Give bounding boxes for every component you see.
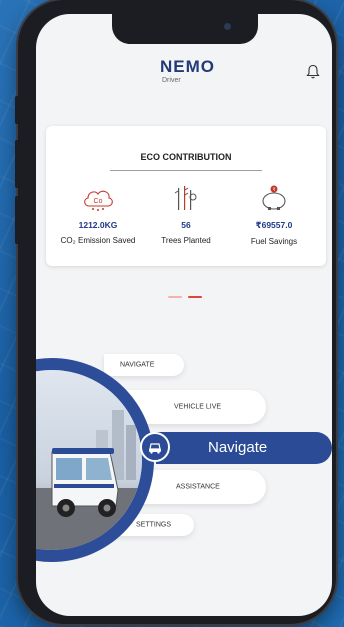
bell-icon[interactable] [306,64,320,80]
pager-dot[interactable] [168,296,182,298]
menu-item-label: VEHICLE LIVE [174,403,222,411]
menu-item-label: ASSISTANCE [176,483,220,491]
stat-value: 56 [181,220,191,230]
vehicle-photo [36,370,142,550]
car-icon[interactable] [140,432,170,462]
stat-label: Trees Planted [161,236,211,245]
menu-item-label: SETTINGS [136,521,172,529]
logo-subtitle: Driver [162,77,181,84]
menu-item-active[interactable]: Navigate [156,432,332,464]
menu-item-label: NAVIGATE [120,361,155,369]
phone-side-button [15,196,19,244]
app-logo: NEMO Driver [160,58,215,85]
phone-side-button [15,140,19,188]
eco-title: ECO CONTRIBUTION [140,152,232,162]
stat-co2: Co 1212.0KG CO₂ Emission Saved [50,184,146,245]
svg-text:₹: ₹ [273,187,276,192]
piggy-bank-icon: ₹ [262,185,286,210]
eco-contribution-card: ECO CONTRIBUTION Co 1212.0KG CO₂ Emissio… [46,126,326,266]
phone-notch [112,14,258,44]
menu-item-navigate[interactable]: NAVIGATE [104,354,184,376]
app-header: NEMO Driver [36,50,332,102]
stat-label: Fuel Savings [250,237,298,246]
stat-value: ₹69557.0 [255,220,293,230]
stat-trees: 56 Trees Planted [138,184,234,245]
stat-label: CO₂ Emission Saved [60,236,136,245]
stat-fuel: ₹ ₹69557.0 Fuel Savings [226,184,322,246]
app-screen: NEMO Driver ECO CONTRIBUTION Co 1212.0KG… [36,14,332,616]
divider [110,170,262,171]
stat-value: 1212.0KG [78,220,118,230]
trees-icon [174,186,197,210]
phone-side-button [15,96,19,124]
logo-text: NEMO [160,57,215,76]
menu-item-active-label: Navigate [208,439,268,456]
co2-cloud-icon: Co [84,190,113,211]
svg-text:Co: Co [94,198,103,205]
pager-dot-active[interactable] [188,296,202,298]
